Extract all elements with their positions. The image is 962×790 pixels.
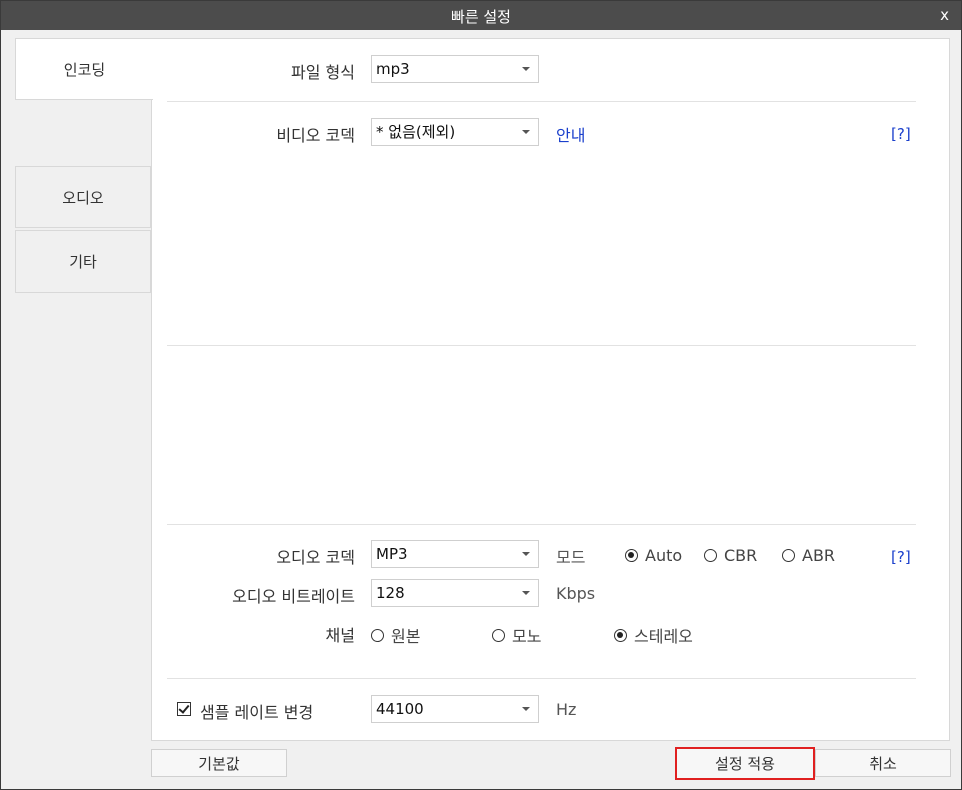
radio-label: 스테레오 [634, 627, 693, 646]
radio-unselected-icon [371, 628, 384, 642]
audio-codec-label: 오디오 코덱 [276, 548, 355, 567]
radio-selected-icon [625, 549, 638, 562]
sidebar-item-other[interactable]: 기타 [15, 230, 151, 293]
audio-codec-select[interactable]: MP3 [371, 540, 539, 568]
encoding-panel: 파일 형식 mp3 비디오 코덱 * 없음(제외) 안내 [?] 오디오 코덱 … [151, 38, 950, 741]
divider [167, 101, 916, 102]
video-codec-value: * 없음(제외) [376, 123, 456, 141]
divider [167, 678, 916, 679]
sample-rate-select[interactable]: 44100 [371, 695, 539, 723]
chevron-down-icon [522, 552, 530, 556]
sample-rate-unit: Hz [556, 700, 577, 719]
video-codec-select[interactable]: * 없음(제외) [371, 118, 539, 146]
chevron-down-icon [522, 591, 530, 595]
sidebar-item-label: 오디오 [62, 188, 104, 207]
apply-settings-button[interactable]: 설정 적용 [675, 747, 815, 780]
mode-abr-radio[interactable]: ABR [782, 546, 835, 565]
file-format-label: 파일 형식 [291, 63, 355, 82]
divider [167, 345, 916, 346]
mode-label: 모드 [556, 548, 586, 567]
video-codec-label: 비디오 코덱 [276, 126, 355, 145]
sidebar-item-encoding[interactable]: 인코딩 [15, 38, 153, 100]
audio-bitrate-select[interactable]: 128 [371, 579, 539, 607]
chevron-down-icon [522, 130, 530, 134]
mode-cbr-radio[interactable]: CBR [704, 546, 757, 565]
radio-label: ABR [802, 546, 836, 565]
bitrate-unit: Kbps [556, 584, 596, 603]
video-codec-help-link[interactable]: [?] [891, 125, 911, 143]
audio-bitrate-value: 128 [376, 584, 405, 602]
radio-unselected-icon [492, 628, 505, 642]
divider [167, 524, 916, 525]
audio-codec-help-link[interactable]: [?] [891, 548, 911, 566]
sidebar-item-label: 기타 [69, 253, 97, 271]
channel-original-radio[interactable]: 원본 [371, 623, 420, 647]
sample-rate-checkbox[interactable] [177, 702, 191, 716]
title-bar[interactable]: 빠른 설정 x [1, 1, 961, 30]
file-format-value: mp3 [376, 60, 410, 78]
radio-label: Auto [645, 546, 683, 565]
radio-unselected-icon [704, 549, 717, 562]
audio-codec-value: MP3 [376, 545, 408, 563]
sample-rate-label: 샘플 레이트 변경 [200, 703, 314, 722]
quick-settings-dialog: 빠른 설정 x 인코딩 오디오 기타 파일 형식 mp3 비디오 코덱 * 없음… [0, 0, 962, 790]
default-button[interactable]: 기본값 [151, 749, 287, 777]
sidebar-item-label: 인코딩 [63, 60, 106, 79]
sidebar-item-audio[interactable]: 오디오 [15, 166, 151, 228]
dialog-title: 빠른 설정 [451, 8, 511, 26]
video-codec-guide-link[interactable]: 안내 [556, 122, 585, 146]
cancel-button[interactable]: 취소 [815, 749, 951, 777]
radio-label: 모노 [512, 627, 542, 646]
radio-selected-icon [614, 628, 627, 642]
sample-rate-value: 44100 [376, 700, 424, 718]
close-icon[interactable]: x [940, 6, 949, 24]
channel-stereo-radio[interactable]: 스테레오 [614, 623, 693, 647]
channel-mono-radio[interactable]: 모노 [492, 623, 541, 647]
radio-unselected-icon [782, 549, 795, 562]
checkmark-icon [178, 702, 190, 714]
chevron-down-icon [522, 707, 530, 711]
file-format-select[interactable]: mp3 [371, 55, 539, 83]
channel-label: 채널 [325, 626, 355, 645]
radio-label: 원본 [391, 627, 421, 646]
radio-label: CBR [724, 546, 758, 565]
chevron-down-icon [522, 67, 530, 71]
audio-bitrate-label: 오디오 비트레이트 [232, 587, 355, 606]
mode-auto-radio[interactable]: Auto [625, 546, 682, 565]
